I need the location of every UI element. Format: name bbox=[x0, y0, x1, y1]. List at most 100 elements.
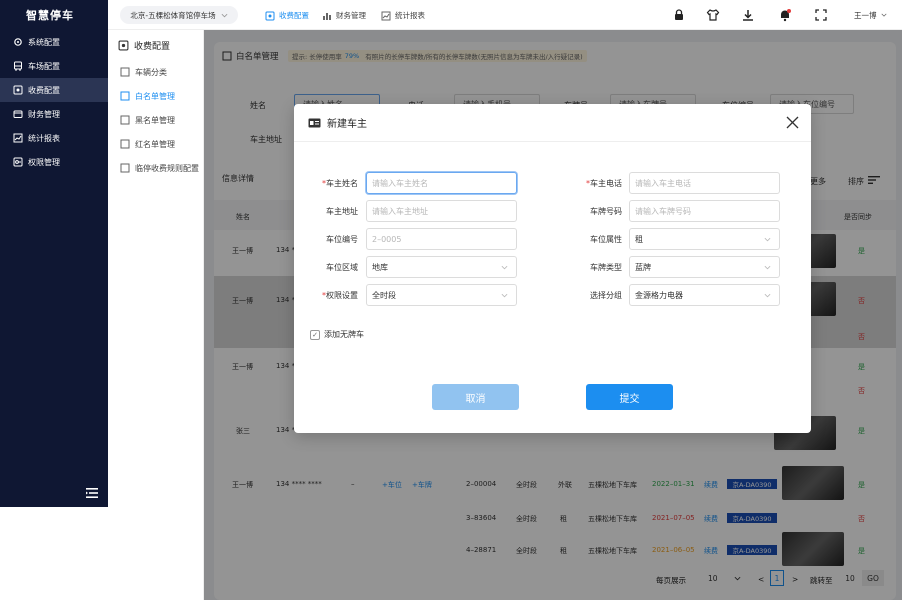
space-no-input[interactable]: 2–0005 bbox=[366, 228, 517, 250]
tab-label: 财务管理 bbox=[336, 11, 366, 20]
submenu-item-vehicle-class[interactable]: 车辆分类 bbox=[108, 60, 203, 84]
shirt-icon[interactable] bbox=[706, 8, 720, 22]
space-attr-value: 租 bbox=[635, 234, 643, 244]
modal-title: 新建车主 bbox=[327, 119, 367, 130]
submenu-item-redlist[interactable]: 红名单管理 bbox=[108, 132, 203, 156]
key-icon bbox=[12, 157, 23, 168]
submenu-title-text: 收费配置 bbox=[134, 41, 171, 52]
owner-phone-label: *车主电话 bbox=[586, 179, 622, 188]
submenu-item-whitelist[interactable]: 白名单管理 bbox=[108, 84, 203, 108]
list-icon bbox=[120, 91, 130, 101]
list-icon bbox=[120, 115, 130, 125]
sidebar-item-label: 财务管理 bbox=[28, 109, 60, 119]
user-menu[interactable]: 王一博 bbox=[854, 10, 887, 21]
sidebar-item-finance[interactable]: 财务管理 bbox=[0, 102, 108, 126]
fee-icon bbox=[12, 85, 23, 96]
tab-label: 收费配置 bbox=[279, 11, 309, 20]
list-icon bbox=[120, 67, 130, 77]
chevron-down-icon bbox=[764, 265, 771, 270]
submit-button[interactable]: 提交 bbox=[586, 384, 673, 410]
owner-name-label-text: 车主姓名 bbox=[326, 179, 358, 188]
submenu-item-label: 红名单管理 bbox=[135, 139, 175, 149]
owner-name-placeholder: 请输入车主姓名 bbox=[372, 178, 428, 188]
sidebar-item-label: 系统配置 bbox=[28, 37, 60, 47]
submenu-item-temp-fee-rules[interactable]: 临停收费规则配置 bbox=[108, 156, 203, 180]
plate-type-select[interactable]: 蓝牌 bbox=[629, 256, 780, 278]
tab-fee-config[interactable]: 收费配置 bbox=[265, 10, 309, 21]
close-icon[interactable] bbox=[786, 116, 799, 129]
parking-select[interactable]: 北京-五棵松体育馆停车场 bbox=[120, 6, 238, 24]
submenu-item-label: 白名单管理 bbox=[135, 91, 175, 101]
download-icon[interactable] bbox=[741, 8, 755, 22]
space-attr-select[interactable]: 租 bbox=[629, 228, 780, 250]
owner-addr-input[interactable]: 请输入车主地址 bbox=[366, 200, 517, 222]
tab-finance[interactable]: 财务管理 bbox=[322, 10, 366, 21]
wallet-icon bbox=[12, 109, 23, 120]
group-value: 金源格力电器 bbox=[635, 290, 683, 300]
sidebar-item-label: 收费配置 bbox=[28, 85, 60, 95]
modal-header: 新建车主 bbox=[294, 104, 811, 142]
user-name: 王一博 bbox=[854, 11, 877, 20]
gear-icon bbox=[12, 37, 23, 48]
no-plate-checkbox[interactable]: ✓ 添加无牌车 bbox=[310, 329, 364, 340]
plate-no-label: 车牌号码 bbox=[590, 207, 622, 216]
chevron-down-icon bbox=[764, 293, 771, 298]
space-attr-label: 车位属性 bbox=[590, 235, 622, 244]
lock-icon[interactable] bbox=[672, 8, 686, 22]
sidebar-item-fee[interactable]: 收费配置 bbox=[0, 78, 108, 102]
cancel-button[interactable]: 取消 bbox=[432, 384, 519, 410]
space-area-select[interactable]: 地库 bbox=[366, 256, 517, 278]
submenu-item-label: 临停收费规则配置 bbox=[135, 163, 199, 173]
owner-phone-label-text: 车主电话 bbox=[590, 179, 622, 188]
group-label: 选择分组 bbox=[590, 291, 622, 300]
parking-select-label: 北京-五棵松体育馆停车场 bbox=[130, 10, 216, 20]
topbar: 北京-五棵松体育馆停车场 收费配置 财务管理 统计报表 王一博 bbox=[108, 0, 902, 30]
fee-icon bbox=[265, 11, 275, 20]
plate-type-label: 车牌类型 bbox=[590, 263, 622, 272]
plate-no-input[interactable]: 请输入车牌号码 bbox=[629, 200, 780, 222]
submenu-item-label: 黑名单管理 bbox=[135, 115, 175, 125]
fullscreen-icon[interactable] bbox=[814, 8, 828, 22]
submenu-item-label: 车辆分类 bbox=[135, 67, 167, 77]
space-area-label: 车位区域 bbox=[326, 263, 358, 272]
sidebar: 智慧停车 系统配置 车场配置 收费配置 财务管理 统计报表 权限管理 bbox=[0, 0, 108, 507]
sidebar-item-stats[interactable]: 统计报表 bbox=[0, 126, 108, 150]
owner-name-input[interactable]: 请输入车主姓名 bbox=[366, 172, 517, 194]
sidebar-item-system[interactable]: 系统配置 bbox=[0, 30, 108, 54]
submenu: 收费配置 车辆分类 白名单管理 黑名单管理 红名单管理 临停收费规则配置 bbox=[108, 30, 204, 600]
fee-icon bbox=[118, 40, 129, 50]
submenu-item-blacklist[interactable]: 黑名单管理 bbox=[108, 108, 203, 132]
checkbox-box[interactable]: ✓ bbox=[310, 329, 320, 340]
permission-label-text: 权限设置 bbox=[326, 291, 358, 300]
no-plate-label: 添加无牌车 bbox=[324, 330, 364, 339]
app-logo: 智慧停车 bbox=[26, 9, 74, 22]
bell-icon[interactable] bbox=[778, 8, 792, 22]
sidebar-item-label: 车场配置 bbox=[28, 61, 60, 71]
owner-phone-placeholder: 请输入车主电话 bbox=[635, 178, 691, 188]
submenu-title: 收费配置 bbox=[108, 30, 203, 60]
tab-stats[interactable]: 统计报表 bbox=[381, 10, 425, 21]
sidebar-item-label: 统计报表 bbox=[28, 133, 60, 143]
permission-select[interactable]: 全时段 bbox=[366, 284, 517, 306]
bar-chart-icon bbox=[323, 12, 331, 20]
chart-icon bbox=[12, 133, 23, 144]
permission-label: *权限设置 bbox=[322, 291, 358, 300]
sidebar-item-label: 权限管理 bbox=[28, 157, 60, 167]
sidebar-item-permission[interactable]: 权限管理 bbox=[0, 150, 108, 174]
list-icon bbox=[120, 139, 130, 149]
chevron-down-icon bbox=[501, 293, 508, 298]
group-select[interactable]: 金源格力电器 bbox=[629, 284, 780, 306]
owner-phone-input[interactable]: 请输入车主电话 bbox=[629, 172, 780, 194]
tab-label: 统计报表 bbox=[395, 11, 425, 20]
menu-toggle-icon[interactable] bbox=[86, 487, 98, 499]
space-area-value: 地库 bbox=[372, 262, 388, 272]
bus-icon bbox=[12, 61, 23, 72]
chevron-down-icon bbox=[501, 265, 508, 270]
sidebar-item-parking[interactable]: 车场配置 bbox=[0, 54, 108, 78]
chevron-down-icon bbox=[881, 13, 887, 17]
permission-value: 全时段 bbox=[372, 290, 396, 300]
chevron-down-icon bbox=[764, 237, 771, 242]
space-no-label: 车位编号 bbox=[326, 235, 358, 244]
owner-name-label: *车主姓名 bbox=[322, 179, 358, 188]
owner-addr-label: 车主地址 bbox=[326, 207, 358, 216]
